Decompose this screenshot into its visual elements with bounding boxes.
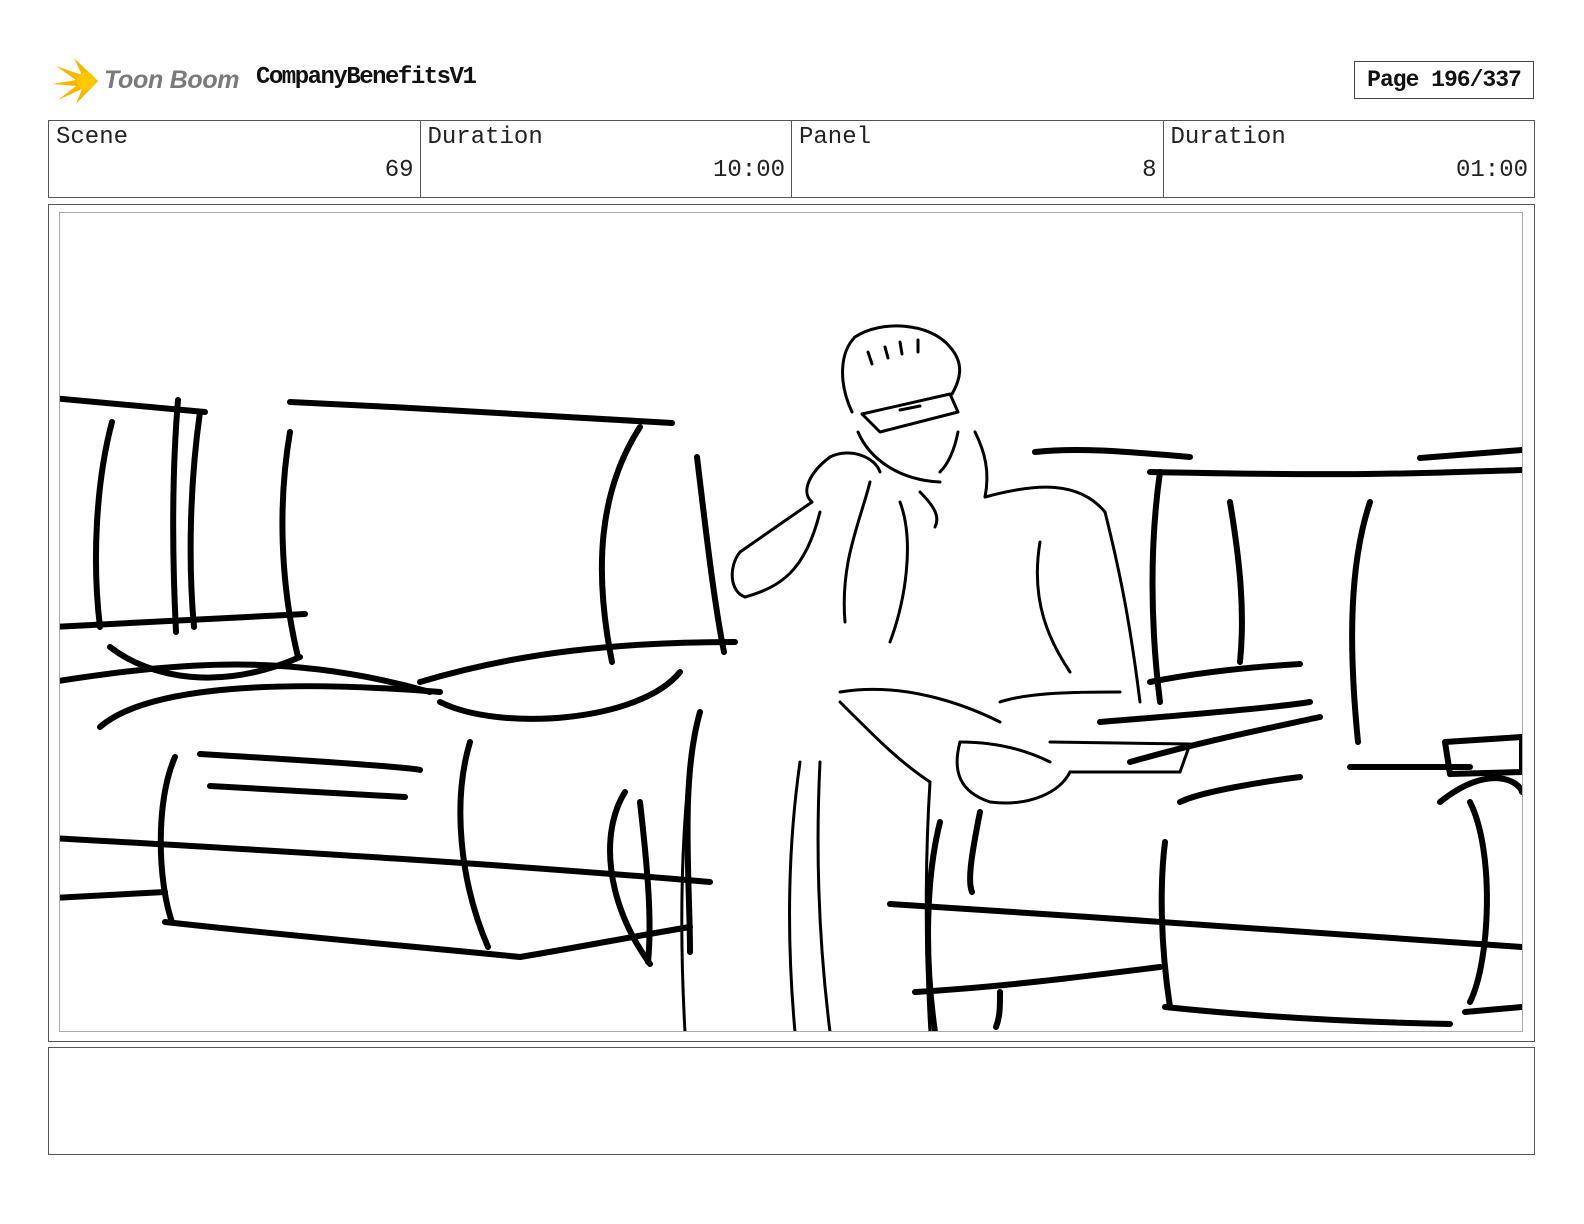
panel-duration-label: Duration [1170, 124, 1286, 151]
scene-duration-cell: Duration 10:00 [421, 121, 792, 197]
page-indicator: Page 196/337 [1354, 61, 1534, 99]
left-sofa-sketch [60, 395, 738, 967]
scene-duration-label: Duration [427, 124, 543, 151]
panel-label: Panel [799, 124, 872, 151]
logo-text: Toon Boom [104, 66, 240, 94]
storyboard-panel-image [59, 212, 1523, 1032]
scene-duration-value: 10:00 [712, 157, 785, 184]
scene-info-table: Scene 69 Duration 10:00 Panel 8 Duration… [48, 120, 1535, 198]
panel-cell: Panel 8 [792, 121, 1164, 197]
panel-duration-value: 01:00 [1455, 157, 1528, 184]
storyboard-panel-frame [48, 204, 1535, 1042]
toon-boom-burst-icon [52, 58, 98, 104]
right-sofa-sketch [887, 446, 1522, 1031]
panel-value: 8 [1142, 157, 1157, 184]
toon-boom-logo: Toon Boom [52, 56, 242, 106]
scene-label: Scene [56, 124, 129, 151]
panel-duration-cell: Duration 01:00 [1164, 121, 1535, 197]
storyboard-sketch [60, 324, 1522, 1031]
scene-value: 69 [384, 157, 414, 184]
document-title: CompanyBenefitsV1 [256, 64, 477, 91]
scene-cell: Scene 69 [49, 121, 421, 197]
man-sketch [680, 324, 1192, 1031]
panel-notes-box [48, 1047, 1535, 1155]
